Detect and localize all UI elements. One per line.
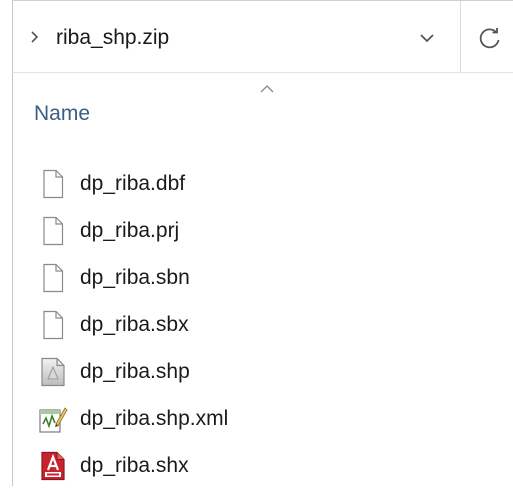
file-name: dp_riba.shp xyxy=(80,359,190,383)
chevron-down-icon xyxy=(420,34,434,43)
blank-document-icon xyxy=(38,169,68,199)
list-item[interactable]: dp_riba.sbn xyxy=(38,254,508,301)
shapefile-document-icon xyxy=(38,357,68,387)
refresh-button[interactable] xyxy=(472,20,508,56)
file-name: dp_riba.sbx xyxy=(80,312,189,336)
list-item[interactable]: dp_riba.shp xyxy=(38,348,508,395)
file-name: dp_riba.dbf xyxy=(80,171,186,195)
list-item[interactable]: dp_riba.sbx xyxy=(38,301,508,348)
blank-document-icon xyxy=(38,310,68,340)
list-item[interactable]: dp_riba.shx xyxy=(38,442,508,489)
address-history-dropdown-button[interactable] xyxy=(410,24,444,52)
file-name: dp_riba.shx xyxy=(80,453,189,477)
list-item[interactable]: dp_riba.prj xyxy=(38,207,508,254)
sort-ascending-icon xyxy=(256,82,278,96)
address-bar-bottom-border xyxy=(12,72,513,73)
list-item[interactable]: dp_riba.dbf xyxy=(38,160,508,207)
shx-document-icon xyxy=(38,451,68,481)
xml-document-icon xyxy=(38,404,68,434)
address-toolbar-divider xyxy=(460,1,461,73)
file-list: dp_riba.dbf dp_riba.prj dp_riba.sbn dp_r… xyxy=(38,160,508,489)
file-name: dp_riba.sbn xyxy=(80,265,190,289)
list-item[interactable]: dp_riba.shp.xml xyxy=(38,395,508,442)
refresh-icon xyxy=(479,28,500,49)
breadcrumb-chevron-icon[interactable] xyxy=(28,27,42,47)
blank-document-icon xyxy=(38,263,68,293)
blank-document-icon xyxy=(38,216,68,246)
column-header-name[interactable]: Name xyxy=(34,100,90,128)
file-name: dp_riba.prj xyxy=(80,218,180,242)
address-path[interactable]: riba_shp.zip xyxy=(56,24,169,52)
file-name: dp_riba.shp.xml xyxy=(80,406,229,430)
